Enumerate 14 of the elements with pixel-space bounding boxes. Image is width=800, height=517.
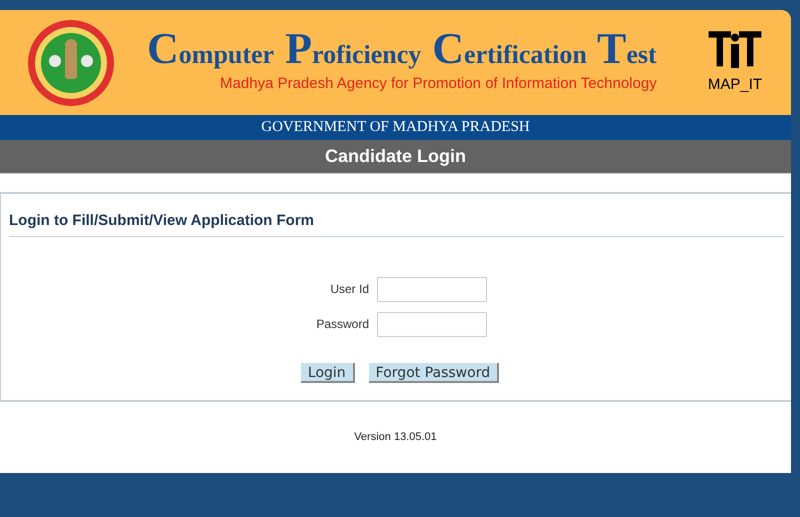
version-text: Version 13.05.01 [354, 430, 437, 446]
user-id-field[interactable] [377, 276, 487, 302]
field-label: Password [315, 316, 369, 333]
page-title: Candidate Login [0, 140, 791, 174]
forgot-password-button[interactable]: Forgot Password [368, 362, 500, 382]
logo-text: MAP_IT [708, 75, 762, 96]
site-subtitle: Madhya Pradesh Agency for Promotion of Information Technology [220, 74, 657, 94]
emblem-icon [27, 18, 115, 106]
government-bar: GOVERNMENT OF MADHYA PRADESH [0, 115, 791, 140]
site-title: Computer Proficiency Certification Test [147, 29, 657, 76]
login-button[interactable]: Login [300, 362, 355, 382]
section-heading: Login to Fill/Submit/View Application Form [9, 210, 784, 236]
password-field[interactable] [377, 312, 487, 336]
field-label: User Id [329, 281, 369, 298]
